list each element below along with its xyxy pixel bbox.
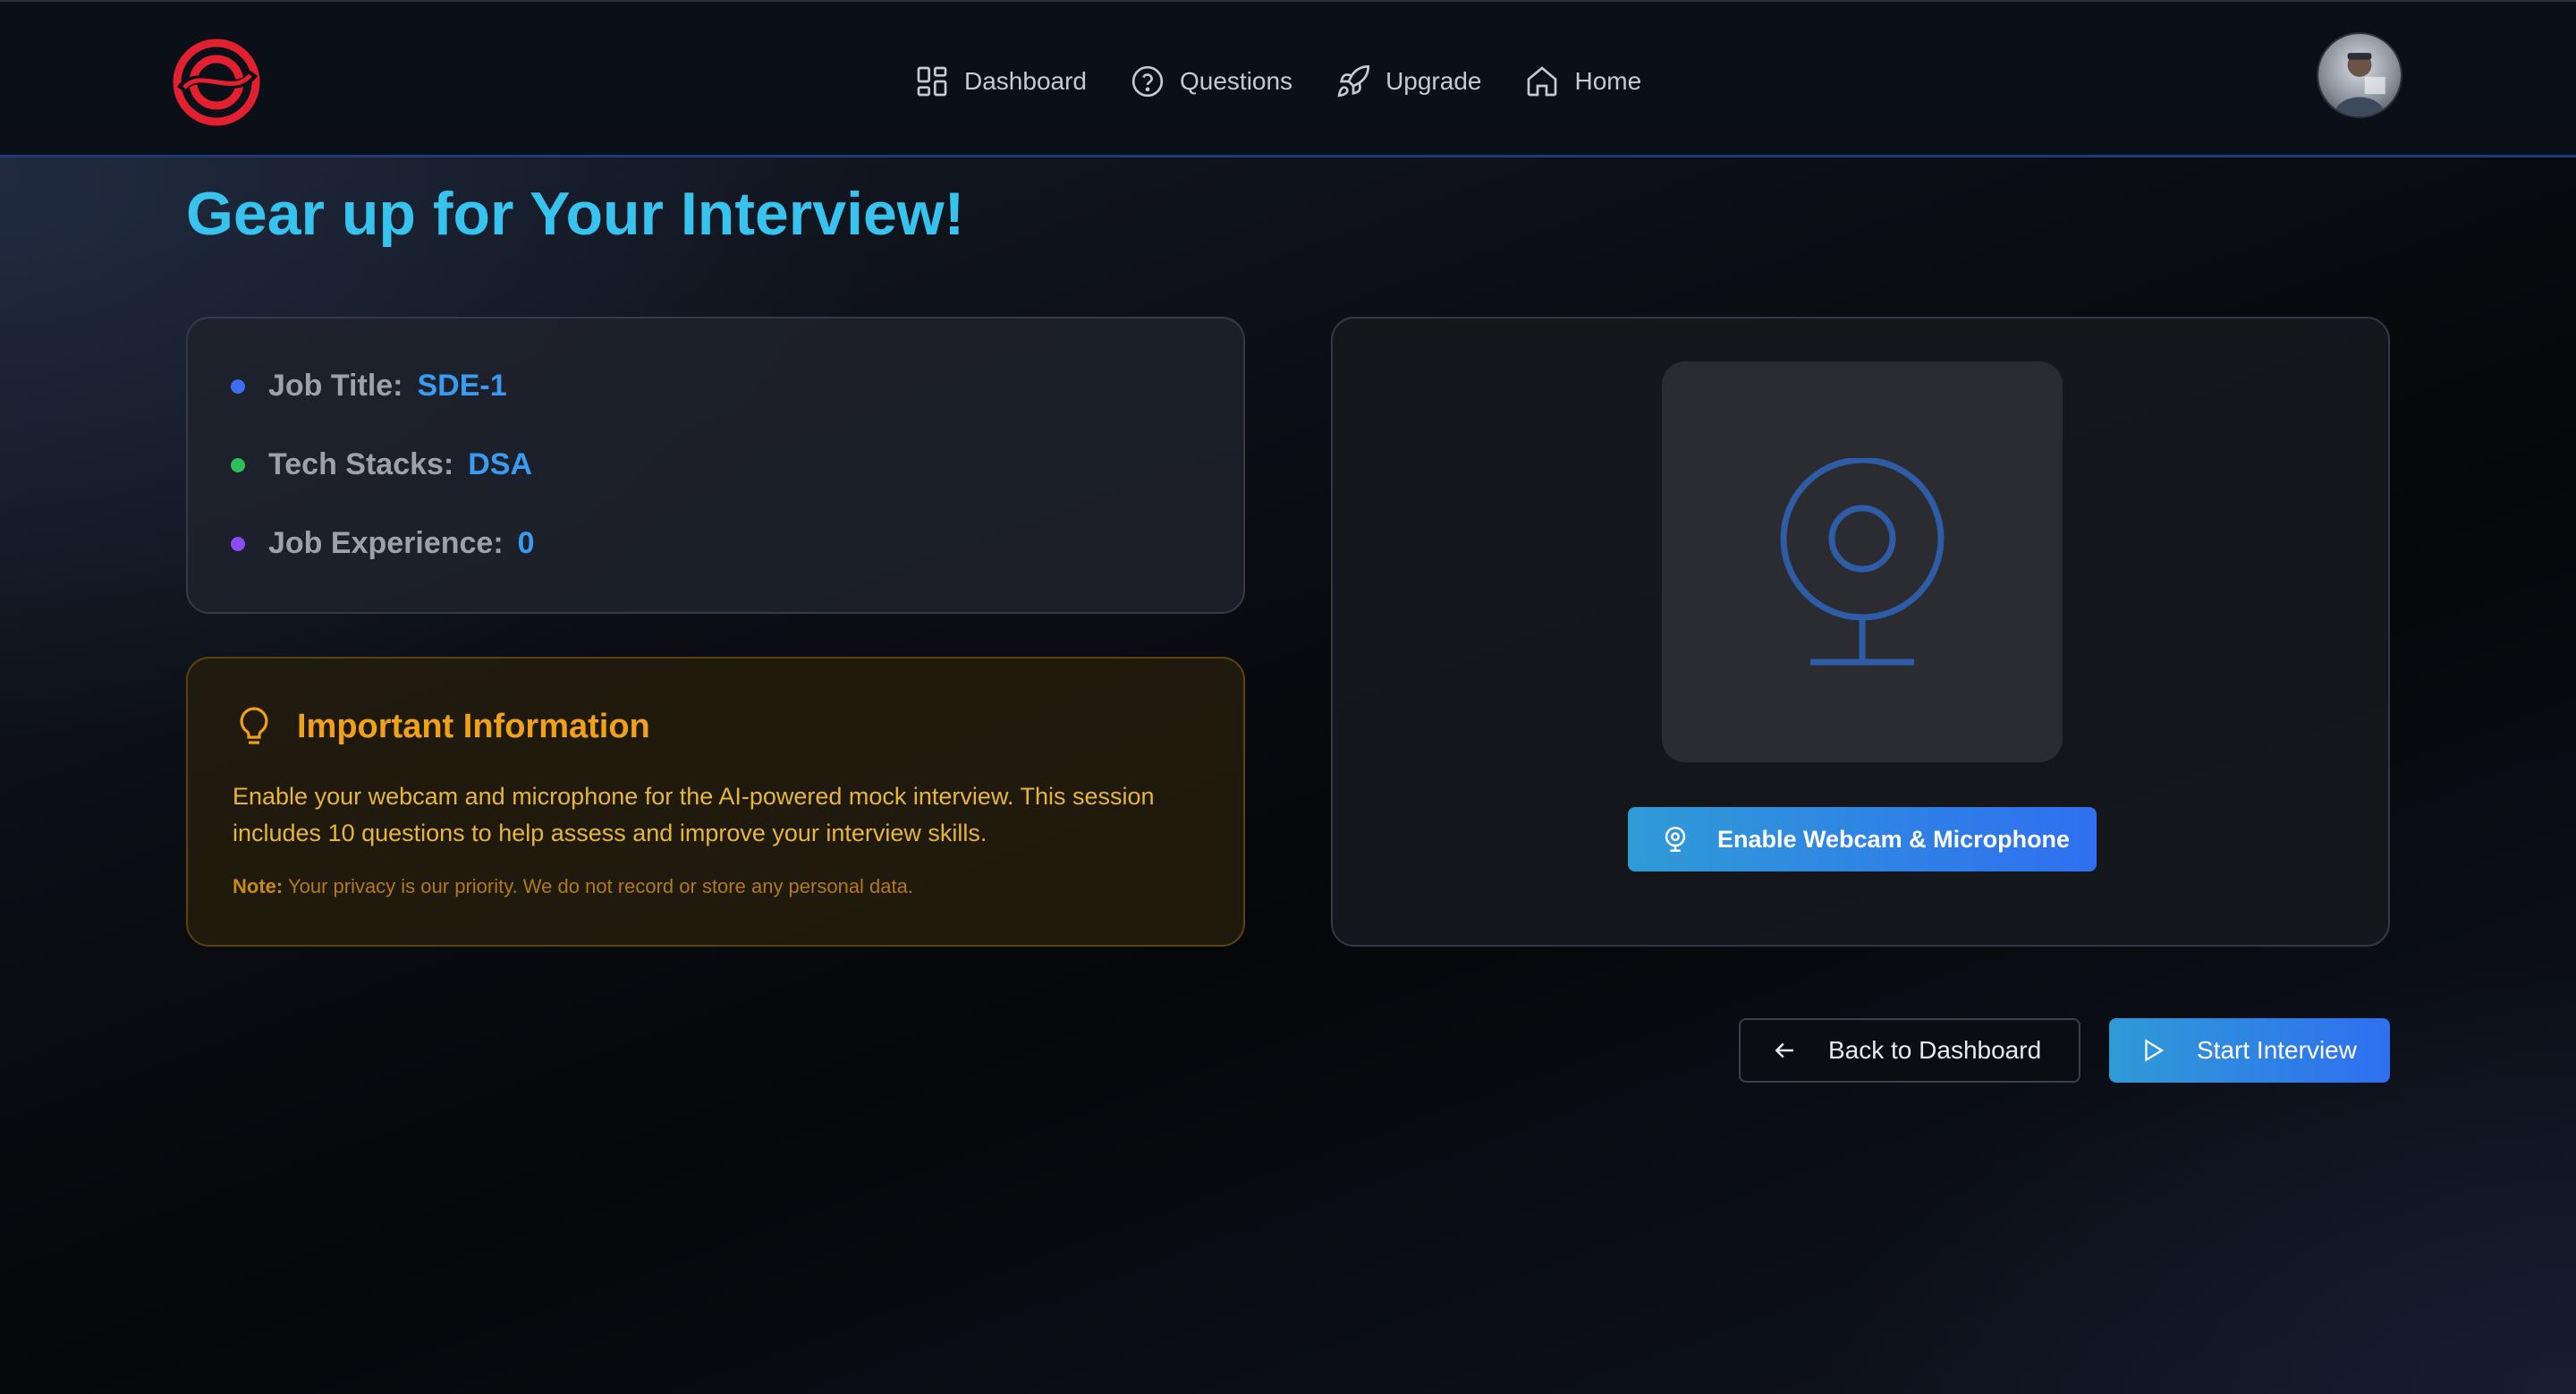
webcam-panel: Enable Webcam & Microphone <box>1331 317 2390 947</box>
lightbulb-icon <box>240 707 268 744</box>
nav-dashboard-label: Dashboard <box>964 67 1087 95</box>
nav-questions-label: Questions <box>1179 67 1293 95</box>
rocket-icon <box>1337 64 1370 98</box>
experience-value: 0 <box>517 526 535 560</box>
arrow-left-icon <box>1775 1042 1793 1058</box>
dashboard-grid-icon <box>917 66 947 97</box>
bullet-dot <box>231 457 245 472</box>
important-info-card: Important Information Enable your webcam… <box>186 657 1245 947</box>
bullet-dot <box>231 536 245 551</box>
important-info-title: Important Information <box>297 707 650 745</box>
user-avatar[interactable] <box>2317 32 2402 118</box>
page-title: Gear up for Your Interview! <box>186 180 965 248</box>
tech-stacks-label: Tech Stacks: <box>268 447 454 481</box>
experience-row: Job Experience: 0 <box>231 526 535 561</box>
enable-webcam-button[interactable]: Enable Webcam & Microphone <box>1628 807 2097 871</box>
home-icon <box>1528 66 1557 97</box>
bullet-dot <box>231 378 245 394</box>
nav-questions[interactable]: Questions <box>1130 64 1292 99</box>
question-circle-icon <box>1131 65 1164 98</box>
tech-stacks-value: DSA <box>468 447 533 481</box>
job-title-value: SDE-1 <box>417 369 507 403</box>
enable-webcam-label: Enable Webcam & Microphone <box>1717 825 2071 853</box>
privacy-note-text: Your privacy is our priority. We do not … <box>287 875 913 897</box>
page: Dashboard Questions Upgrade Home Gear up… <box>0 0 2576 1394</box>
main-nav: Dashboard Questions Upgrade Home <box>914 61 1641 102</box>
start-interview-button[interactable]: Start Interview <box>2109 1018 2390 1083</box>
nav-home-label: Home <box>1574 67 1642 95</box>
webcam-small-icon <box>1665 826 1686 853</box>
webcam-icon <box>1780 458 1945 666</box>
nav-dashboard[interactable]: Dashboard <box>914 64 1087 99</box>
tech-stacks-row: Tech Stacks: DSA <box>231 447 532 482</box>
nav-upgrade-label: Upgrade <box>1385 67 1482 95</box>
nav-home[interactable]: Home <box>1524 64 1641 99</box>
privacy-note-label: Note: <box>233 875 284 897</box>
back-to-dashboard-label: Back to Dashboard <box>1828 1036 2042 1064</box>
job-title-label: Job Title: <box>268 369 403 403</box>
privacy-note: Note: Your privacy is our priority. We d… <box>233 875 913 898</box>
interview-details-card: Job Title: SDE-1 Tech Stacks: DSA Job Ex… <box>186 317 1245 614</box>
start-interview-label: Start Interview <box>2197 1036 2357 1064</box>
back-to-dashboard-button[interactable]: Back to Dashboard <box>1739 1018 2080 1083</box>
top-navbar: Dashboard Questions Upgrade Home <box>0 0 2576 157</box>
nav-upgrade[interactable]: Upgrade <box>1335 64 1481 99</box>
important-info-body: Enable your webcam and microphone for th… <box>233 783 1155 846</box>
play-icon <box>2145 1039 2165 1062</box>
brand-logo-icon[interactable] <box>172 38 261 127</box>
webcam-preview <box>1662 361 2063 762</box>
job-title-row: Job Title: SDE-1 <box>231 369 507 404</box>
experience-label: Job Experience: <box>268 526 504 560</box>
important-info-header: Important Information <box>236 705 650 748</box>
